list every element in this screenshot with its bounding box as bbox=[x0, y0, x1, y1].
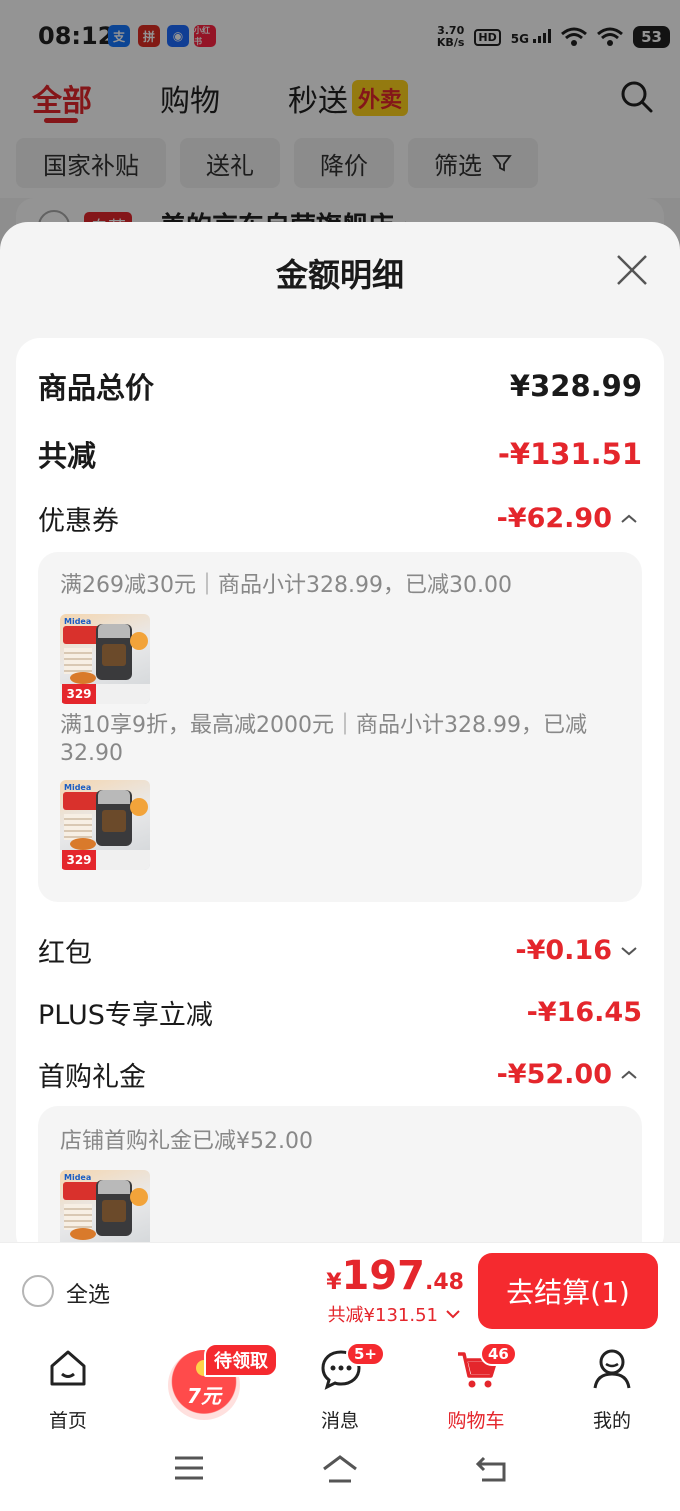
thumb-food bbox=[70, 1228, 96, 1240]
row-total: 商品总价 ¥328.99 bbox=[38, 364, 642, 408]
thumb-fryer-top bbox=[98, 624, 130, 638]
plus-label: PLUS专享立减 bbox=[38, 999, 213, 1031]
profile-icon bbox=[593, 1349, 631, 1389]
thumb-price: 329 bbox=[62, 850, 96, 870]
nav-profile[interactable]: 我的 bbox=[562, 1348, 662, 1432]
cart-badge: 46 bbox=[480, 1342, 517, 1366]
thumb-lines bbox=[64, 648, 92, 674]
coupon-value: -¥62.90 bbox=[496, 502, 612, 534]
chevron-up-icon[interactable] bbox=[616, 1064, 642, 1084]
firstbuy-detail: 店铺首购礼金已减¥52.00 bbox=[60, 1129, 313, 1154]
messages-badge: 5+ bbox=[346, 1342, 386, 1366]
thumb-fryer-window bbox=[102, 644, 126, 666]
redpacket-amount: -¥0.16 bbox=[515, 935, 642, 966]
cart-page: 08:12 支 拼 ◉ 小红书 3.70 KB/s HD 5G 53 全部 购物… bbox=[0, 0, 680, 1511]
thumb-fryer-top bbox=[98, 790, 130, 804]
thumb-fryer-window bbox=[102, 1200, 126, 1222]
reduce-value: -¥131.51 bbox=[497, 437, 642, 471]
close-icon[interactable] bbox=[614, 252, 650, 288]
coupon-detail-box: 满269减30元｜商品小计328.99，已减30.00 Midea 329 满1… bbox=[38, 552, 642, 902]
thumb-badge bbox=[130, 632, 148, 650]
reduce-label: 共减 bbox=[38, 439, 97, 473]
coupon-detail-2: 满10享9折，最高减2000元｜商品小计328.99，已减32.90 bbox=[60, 713, 587, 766]
thumb-badge bbox=[130, 798, 148, 816]
row-redpacket[interactable]: 红包 -¥0.16 bbox=[38, 928, 642, 972]
thumb-lines bbox=[64, 1204, 92, 1230]
redpacket-label: 红包 bbox=[38, 937, 92, 969]
amount-detail-sheet: 金额明细 商品总价 ¥328.99 共减 -¥131.51 优惠券 -¥62.9… bbox=[0, 222, 680, 1242]
checkout-button[interactable]: 去结算(1) bbox=[478, 1253, 658, 1329]
bottom-nav: 首页 消息 5+ 购物车 46 我的 bbox=[0, 1338, 680, 1436]
amount-card: 商品总价 ¥328.99 共减 -¥131.51 优惠券 -¥62.90 满26… bbox=[16, 338, 664, 1242]
thumb-fryer-top bbox=[98, 1180, 130, 1194]
total-price: ¥ 197 .48 bbox=[326, 1253, 464, 1299]
chevron-up-icon[interactable] bbox=[616, 508, 642, 528]
thumb-lines bbox=[64, 814, 92, 840]
sheet-title: 金额明细 bbox=[275, 256, 404, 294]
thumb-food bbox=[70, 838, 96, 850]
row-reduce: 共减 -¥131.51 bbox=[38, 432, 642, 476]
product-thumbnail: Midea bbox=[60, 1170, 150, 1242]
back-icon[interactable] bbox=[474, 1454, 508, 1484]
product-thumbnail: Midea 329 bbox=[60, 780, 150, 870]
plus-value: -¥16.45 bbox=[526, 996, 642, 1028]
thumb-badge bbox=[130, 1188, 148, 1206]
thumb-brand: Midea bbox=[64, 617, 92, 626]
total-label: 商品总价 bbox=[38, 371, 155, 405]
price-symbol: ¥ bbox=[326, 1270, 342, 1295]
chevron-down-icon bbox=[446, 1310, 460, 1319]
checkout-bar: 全选 ¥ 197 .48 共减¥131.51 去结算(1) bbox=[0, 1242, 680, 1338]
home-gesture-icon[interactable] bbox=[321, 1454, 359, 1484]
select-all-radio[interactable] bbox=[22, 1275, 54, 1307]
product-thumbnail: Midea 329 bbox=[60, 614, 150, 704]
thumb-brand: Midea bbox=[64, 783, 92, 792]
nav-home[interactable]: 首页 bbox=[18, 1348, 118, 1432]
nav-cart-label: 购物车 bbox=[447, 1410, 505, 1432]
nav-profile-label: 我的 bbox=[592, 1410, 631, 1432]
select-all-label[interactable]: 全选 bbox=[66, 1277, 110, 1309]
saved-amount[interactable]: 共减¥131.51 bbox=[328, 1301, 462, 1327]
firstbuy-value: -¥52.00 bbox=[496, 1058, 612, 1090]
thumb-price: 329 bbox=[62, 684, 96, 704]
nav-messages-label: 消息 bbox=[320, 1410, 359, 1432]
thumb-brand: Midea bbox=[64, 1173, 92, 1182]
firstbuy-label: 首购礼金 bbox=[38, 1061, 146, 1093]
thumb-food bbox=[70, 672, 96, 684]
chevron-down-icon[interactable] bbox=[616, 940, 642, 960]
row-firstbuy[interactable]: 首购礼金 -¥52.00 bbox=[38, 1052, 642, 1096]
nav-home-label: 首页 bbox=[48, 1410, 87, 1432]
thumb-fryer-window bbox=[102, 810, 126, 832]
coupon-detail-1: 满269减30元｜商品小计328.99，已减30.00 bbox=[60, 573, 512, 598]
coupon-label: 优惠券 bbox=[38, 505, 119, 537]
price-decimal: .48 bbox=[425, 1270, 464, 1295]
menu-icon[interactable] bbox=[172, 1454, 206, 1482]
promo-text: 7元 bbox=[187, 1384, 221, 1408]
firstbuy-detail-box: 店铺首购礼金已减¥52.00 Midea bbox=[38, 1106, 642, 1242]
row-plus: PLUS专享立减 -¥16.45 bbox=[38, 990, 642, 1034]
price-integer: 197 bbox=[341, 1253, 426, 1299]
system-nav-bar bbox=[0, 1436, 680, 1511]
saved-text: 共减¥131.51 bbox=[327, 1305, 438, 1326]
coupon-amount: -¥62.90 bbox=[497, 503, 642, 534]
promo-badge: 待领取 bbox=[204, 1343, 278, 1377]
firstbuy-amount: -¥52.00 bbox=[497, 1059, 642, 1090]
total-value: ¥328.99 bbox=[509, 369, 642, 403]
home-icon bbox=[50, 1350, 86, 1386]
row-coupon[interactable]: 优惠券 -¥62.90 bbox=[38, 496, 642, 540]
redpacket-value: -¥0.16 bbox=[515, 934, 612, 966]
